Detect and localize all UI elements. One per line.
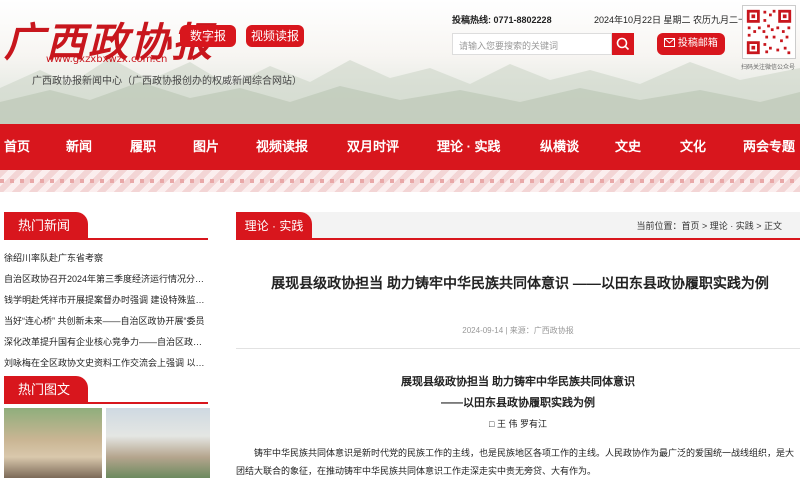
section-tab[interactable]: 理论 · 实践	[236, 212, 312, 240]
list-item[interactable]: 当好“连心桥” 共创新未来——自治区政协开展“委员	[4, 311, 210, 332]
hot-news-list: 徐绍川率队赴广东省考察 自治区政协召开2024年第三季度经济运行情况分析会 钱学…	[4, 248, 210, 374]
decorative-band	[0, 170, 800, 192]
list-item[interactable]: 刘咏梅在全区政协文史资料工作交流会上强调 以高质量	[4, 353, 210, 374]
hot-news-title: 热门新闻	[4, 212, 88, 240]
search-button[interactable]	[612, 33, 634, 55]
hot-photo-thumbnail[interactable]	[4, 408, 102, 478]
article-section-header: 理论 · 实践 当前位置：首页 > 理论 · 实践 > 正文	[236, 212, 800, 240]
mail-icon	[664, 38, 676, 47]
logo-url: www.gxzxbxwzx.com.cn	[46, 54, 168, 65]
hotline-label: 投稿热线:	[452, 15, 491, 25]
video-reading-button[interactable]: 视频读报	[246, 25, 304, 47]
article-title: 展现县级政协担当 助力铸牢中华民族共同体意识 ——以田东县政协履职实践为例	[271, 275, 769, 291]
mailbox-label: 投稿邮箱	[677, 38, 718, 49]
nav-item-news[interactable]: 新闻	[66, 124, 92, 170]
article-meta: 2024-09-14 | 来源：广西政协报	[462, 326, 574, 335]
hot-photos-header: 热门图文	[4, 376, 208, 404]
nav-item-bimonthly-review[interactable]: 双月时评	[347, 124, 399, 170]
nav-item-photos[interactable]: 图片	[193, 124, 219, 170]
hotline-number: 0771-8802228	[493, 15, 552, 25]
main-nav: 首页 新闻 履职 图片 视频读报 双月时评 理论 · 实践 纵横谈 文史 文化 …	[0, 124, 800, 170]
nav-item-history[interactable]: 文史	[615, 124, 641, 170]
divider	[236, 348, 800, 349]
search-input[interactable]: 请输入您要搜索的关键词	[452, 33, 612, 55]
list-item[interactable]: 钱学明赴凭祥市开展提案督办时强调 建设特殊监管区	[4, 290, 210, 311]
current-date: 2024年10月22日 星期二 农历九月二十	[594, 15, 748, 25]
submission-mailbox-button[interactable]: 投稿邮箱	[657, 33, 725, 55]
nav-item-video-reading[interactable]: 视频读报	[256, 124, 308, 170]
digital-paper-button[interactable]: 数字报	[180, 25, 236, 47]
list-item[interactable]: 深化改革提升国有企业核心竞争力——自治区政协召开	[4, 332, 210, 353]
wechat-qr-code	[743, 6, 795, 58]
article-subtitle: 展现县级政协担当 助力铸牢中华民族共同体意识	[400, 376, 636, 388]
nav-item-commentary[interactable]: 纵横谈	[540, 124, 579, 170]
site-subtitle: 广西政协报新闻中心（广西政协报创办的权威新闻综合网站）	[32, 76, 302, 87]
nav-item-two-sessions[interactable]: 两会专题	[743, 124, 795, 170]
nav-item-culture[interactable]: 文化	[680, 124, 706, 170]
qr-caption: 扫码关注微信公众号	[741, 65, 796, 71]
hotline: 投稿热线: 0771-8802228	[452, 13, 552, 26]
nav-item-theory-practice[interactable]: 理论 · 实践	[437, 124, 501, 170]
hot-photo-thumbnail[interactable]	[106, 408, 210, 478]
article-subtitle-line2: ——以田东县政协履职实践为例	[441, 397, 595, 409]
article-body: 铸牢中华民族共同体意识是新时代党的民族工作的主线，也是民族地区各项工作的主线。人…	[236, 448, 795, 476]
list-item[interactable]: 自治区政协召开2024年第三季度经济运行情况分析会	[4, 269, 210, 290]
nav-item-duty[interactable]: 履职	[130, 124, 156, 170]
article-author: □ 王 伟 罗有江	[489, 419, 547, 429]
search-icon	[616, 37, 630, 51]
breadcrumb: 当前位置：首页 > 理论 · 实践 > 正文	[636, 221, 782, 231]
list-item[interactable]: 徐绍川率队赴广东省考察	[4, 248, 210, 269]
hot-photos-title: 热门图文	[4, 376, 88, 404]
site-header: 广西政协报 www.gxzxbxwzx.com.cn 广西政协报新闻中心（广西政…	[0, 0, 800, 124]
hot-news-header: 热门新闻	[4, 212, 208, 240]
nav-item-home[interactable]: 首页	[4, 124, 30, 170]
